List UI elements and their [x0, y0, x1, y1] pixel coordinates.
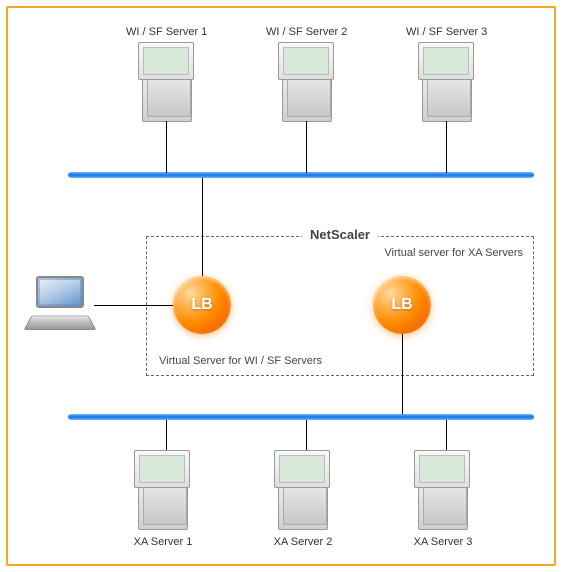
server-icon — [128, 450, 198, 530]
wire — [202, 178, 203, 276]
wire — [402, 334, 403, 414]
lb-orb-wi: LB — [173, 276, 231, 334]
server-label: XA Server 2 — [268, 536, 338, 548]
wire — [94, 305, 173, 306]
xa-server-2: XA Server 2 — [268, 450, 338, 548]
wire — [166, 420, 167, 450]
server-icon — [272, 42, 342, 122]
wire — [306, 121, 307, 173]
wire — [306, 420, 307, 450]
lb-label: LB — [391, 296, 412, 314]
server-label: XA Server 3 — [408, 536, 478, 548]
network-bar-bottom — [68, 414, 534, 420]
xa-vserver-label: Virtual server for XA Servers — [384, 247, 523, 259]
server-label: WI / SF Server 3 — [406, 26, 487, 38]
network-bar-top — [68, 172, 534, 178]
server-icon — [408, 450, 478, 530]
server-label: WI / SF Server 2 — [266, 26, 347, 38]
server-label: XA Server 1 — [128, 536, 198, 548]
server-icon — [132, 42, 202, 122]
wi-sf-server-2: WI / SF Server 2 — [266, 26, 347, 122]
lb-label: LB — [191, 296, 212, 314]
diagram-canvas: WI / SF Server 1 WI / SF Server 2 WI / S… — [6, 6, 556, 566]
client-laptop — [26, 276, 94, 332]
server-icon — [268, 450, 338, 530]
wi-sf-server-1: WI / SF Server 1 — [126, 26, 207, 122]
lb-orb-xa: LB — [373, 276, 431, 334]
wire — [446, 121, 447, 173]
wi-sf-server-3: WI / SF Server 3 — [406, 26, 487, 122]
wi-vserver-label: Virtual Server for WI / SF Servers — [159, 355, 322, 367]
server-label: WI / SF Server 1 — [126, 26, 207, 38]
netscaler-title: NetScaler — [302, 227, 378, 242]
xa-server-1: XA Server 1 — [128, 450, 198, 548]
wire — [166, 121, 167, 173]
xa-server-3: XA Server 3 — [408, 450, 478, 548]
server-icon — [412, 42, 482, 122]
wire — [446, 420, 447, 450]
